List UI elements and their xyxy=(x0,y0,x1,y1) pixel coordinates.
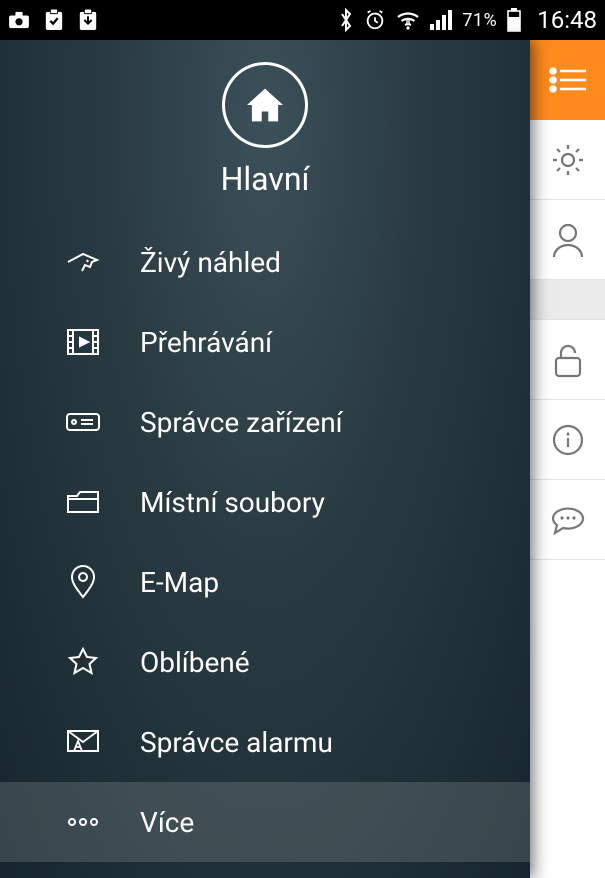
drawer-title: Hlavní xyxy=(0,160,530,198)
device-manager-icon xyxy=(62,410,104,434)
chat-bubble-icon xyxy=(549,504,587,536)
menu-item-local-files[interactable]: Místní soubory xyxy=(0,462,530,542)
menu-label: E-Map xyxy=(140,566,219,599)
rail-button-info[interactable] xyxy=(530,400,605,480)
menu-item-more[interactable]: Více xyxy=(0,782,530,862)
rail-button-list[interactable] xyxy=(530,40,605,120)
user-icon xyxy=(551,222,585,258)
clipboard-check-icon xyxy=(44,9,64,31)
gear-icon xyxy=(550,142,586,178)
menu-label: Správce alarmu xyxy=(140,726,333,759)
menu-label: Oblíbené xyxy=(140,646,250,679)
navigation-drawer: Hlavní Živý náhled Přehrávání Správce za… xyxy=(0,40,530,878)
menu-label: Místní soubory xyxy=(140,486,325,519)
menu-label: Přehrávání xyxy=(140,326,272,359)
alarm-manager-icon xyxy=(62,729,104,755)
home-icon xyxy=(245,87,285,123)
menu-label: Živý náhled xyxy=(140,246,281,279)
battery-icon xyxy=(507,8,521,32)
rail-button-settings[interactable] xyxy=(530,120,605,200)
alarm-clock-icon xyxy=(364,9,386,31)
menu-item-favorites[interactable]: Oblíbené xyxy=(0,622,530,702)
rail-button-chat[interactable] xyxy=(530,480,605,560)
android-status-bar: 71% 16:48 xyxy=(0,0,605,40)
camera-notification-icon xyxy=(8,11,30,29)
menu-item-playback[interactable]: Přehrávání xyxy=(0,302,530,382)
menu-label: Více xyxy=(140,806,194,839)
drawer-menu: Živý náhled Přehrávání Správce zařízení … xyxy=(0,222,530,862)
menu-item-live-view[interactable]: Živý náhled xyxy=(0,222,530,302)
battery-percentage: 71% xyxy=(462,10,497,31)
favorites-star-icon xyxy=(62,646,104,678)
list-icon xyxy=(548,66,588,94)
lock-open-icon xyxy=(552,342,584,378)
rail-spacer xyxy=(530,280,605,320)
camera-view-icon xyxy=(62,248,104,276)
wifi-icon xyxy=(396,10,420,30)
menu-item-device-manager[interactable]: Správce zařízení xyxy=(0,382,530,462)
playback-icon xyxy=(62,328,104,356)
app-root: Hlavní Živý náhled Přehrávání Správce za… xyxy=(0,40,605,878)
map-pin-icon xyxy=(62,565,104,599)
menu-label: Správce zařízení xyxy=(140,406,343,439)
status-clock: 16:48 xyxy=(537,6,597,34)
rail-button-user[interactable] xyxy=(530,200,605,280)
right-action-rail xyxy=(530,40,605,878)
folder-icon xyxy=(62,488,104,516)
menu-item-emap[interactable]: E-Map xyxy=(0,542,530,622)
menu-item-alarm-manager[interactable]: Správce alarmu xyxy=(0,702,530,782)
cellular-signal-icon xyxy=(430,10,452,30)
more-icon xyxy=(62,817,104,827)
home-button[interactable] xyxy=(222,62,308,148)
bluetooth-icon xyxy=(338,8,354,32)
info-icon xyxy=(551,423,585,457)
clipboard-download-icon xyxy=(78,9,98,31)
rail-button-lock[interactable] xyxy=(530,320,605,400)
